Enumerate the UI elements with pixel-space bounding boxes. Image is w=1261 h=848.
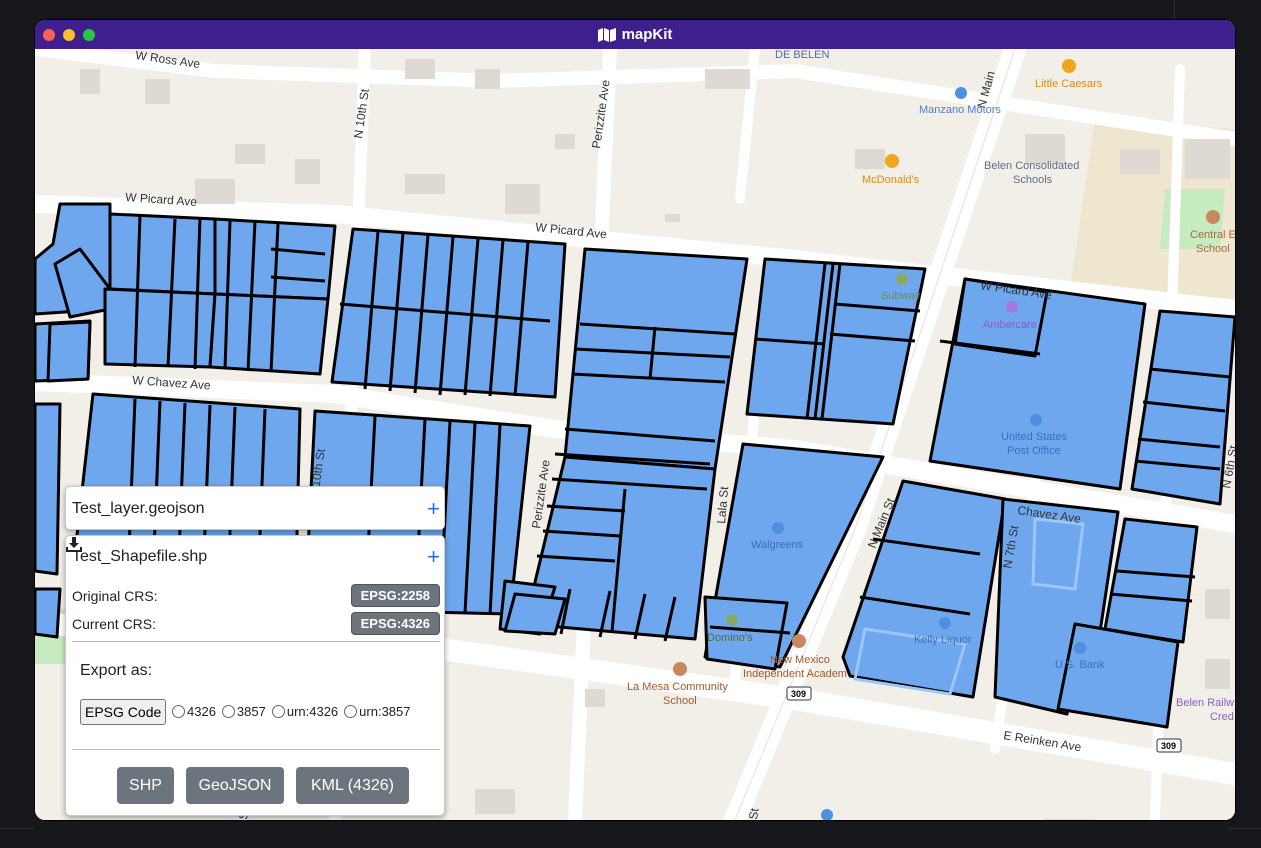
minimize-window-button[interactable] <box>63 29 75 41</box>
add-layer-button[interactable]: + <box>427 546 440 568</box>
poi-label: School <box>663 695 697 707</box>
add-layer-button[interactable]: + <box>427 498 440 520</box>
poi-label: Domino's <box>707 632 753 644</box>
original-crs-badge: EPSG:2258 <box>350 584 440 607</box>
poi-label: Kelly Liquor <box>914 634 972 646</box>
radio-button[interactable] <box>344 705 358 718</box>
poi-label: Independent Academ <box>743 668 847 680</box>
desktop-divider <box>0 828 35 829</box>
radio-button[interactable] <box>221 705 235 718</box>
radio-option-4326[interactable]: 4326 <box>172 704 216 719</box>
poi-label: Manzano Motors <box>919 104 1001 116</box>
radio-label: 3857 <box>236 704 266 719</box>
poi-label: Walgreens <box>751 539 804 551</box>
epsg-code-button[interactable]: EPSG Code <box>80 699 167 725</box>
desktop-divider <box>1228 828 1261 829</box>
window-title-text: mapKit <box>621 26 673 43</box>
radio-option-3857[interactable]: 3857 <box>221 704 266 719</box>
radio-label: urn:3857 <box>359 704 411 719</box>
radio-label: 4326 <box>187 704 216 719</box>
radio-button[interactable] <box>172 705 185 718</box>
radio-label: urn:4326 <box>286 704 339 719</box>
route-shield-label: 309 <box>1161 741 1176 751</box>
street-label: DE BELEN <box>775 49 829 61</box>
route-shield-label: 309 <box>791 689 806 699</box>
current-crs-label: Current CRS: <box>72 615 157 632</box>
layer-row: Test_Shapefile.shp + <box>72 546 440 568</box>
current-crs-badge: EPSG:4326 <box>350 612 440 635</box>
export-shp-button[interactable]: SHP <box>117 767 174 804</box>
poi-label: Belen Railw <box>1176 697 1234 709</box>
poi-label: Cred <box>1210 711 1234 723</box>
title-bar: mapKit <box>35 20 1235 49</box>
radio-option-urn-3857[interactable]: urn:3857 <box>344 704 411 719</box>
layer-card-expanded: Test_Shapefile.shp + Original CRS: EPSG:… <box>65 535 445 816</box>
window-title: mapKit <box>597 26 673 43</box>
map-icon <box>597 27 616 42</box>
layer-card: Test_layer.geojson + <box>65 486 445 530</box>
poi-label: Little Caesars <box>1035 78 1103 90</box>
poi-label: Subway <box>881 290 921 302</box>
poi-label: Schools <box>1013 174 1053 186</box>
divider <box>72 641 440 642</box>
poi-label: U.S. Bank <box>1055 659 1105 671</box>
export-kml-button[interactable]: KML (4326) <box>296 767 409 804</box>
poi-label: La Mesa Community <box>627 681 728 693</box>
original-crs-row: Original CRS: EPSG:2258 <box>72 584 440 607</box>
poi-label: United States <box>1001 431 1068 443</box>
radio-option-urn-4326[interactable]: urn:4326 <box>271 704 339 719</box>
export-geojson-button[interactable]: GeoJSON <box>186 767 284 804</box>
layer-row: Test_layer.geojson + <box>72 498 440 520</box>
poi-label: School <box>1196 243 1230 255</box>
divider <box>72 749 440 750</box>
layer-name: Test_layer.geojson <box>72 500 205 517</box>
export-format-options: 4326 3857 urn:4326 urn:3857 <box>172 704 415 719</box>
radio-button[interactable] <box>271 705 285 718</box>
poi-label: Post Office <box>1007 445 1061 457</box>
export-title: Export as: <box>80 662 153 679</box>
original-crs-label: Original CRS: <box>72 587 158 604</box>
poi-label: Belen Consolidated <box>984 160 1079 172</box>
poi-label: New Mexico <box>770 654 830 666</box>
poi-label: McDonald's <box>862 174 920 186</box>
poi-label: Ambercare <box>983 319 1037 331</box>
layer-name: Test_Shapefile.shp <box>72 548 208 565</box>
desktop-divider <box>1174 0 1175 20</box>
maximize-window-button[interactable] <box>83 29 95 41</box>
poi-label: Central Eleme <box>1190 229 1235 241</box>
current-crs-row: Current CRS: EPSG:4326 <box>72 612 440 635</box>
app-window: mapKit W Ross Ave N 10th St Perizzite Av… <box>35 20 1235 820</box>
download-icon <box>66 537 82 552</box>
close-window-button[interactable] <box>43 29 55 41</box>
map-view[interactable]: W Ross Ave N 10th St Perizzite Ave N Mai… <box>35 49 1235 820</box>
